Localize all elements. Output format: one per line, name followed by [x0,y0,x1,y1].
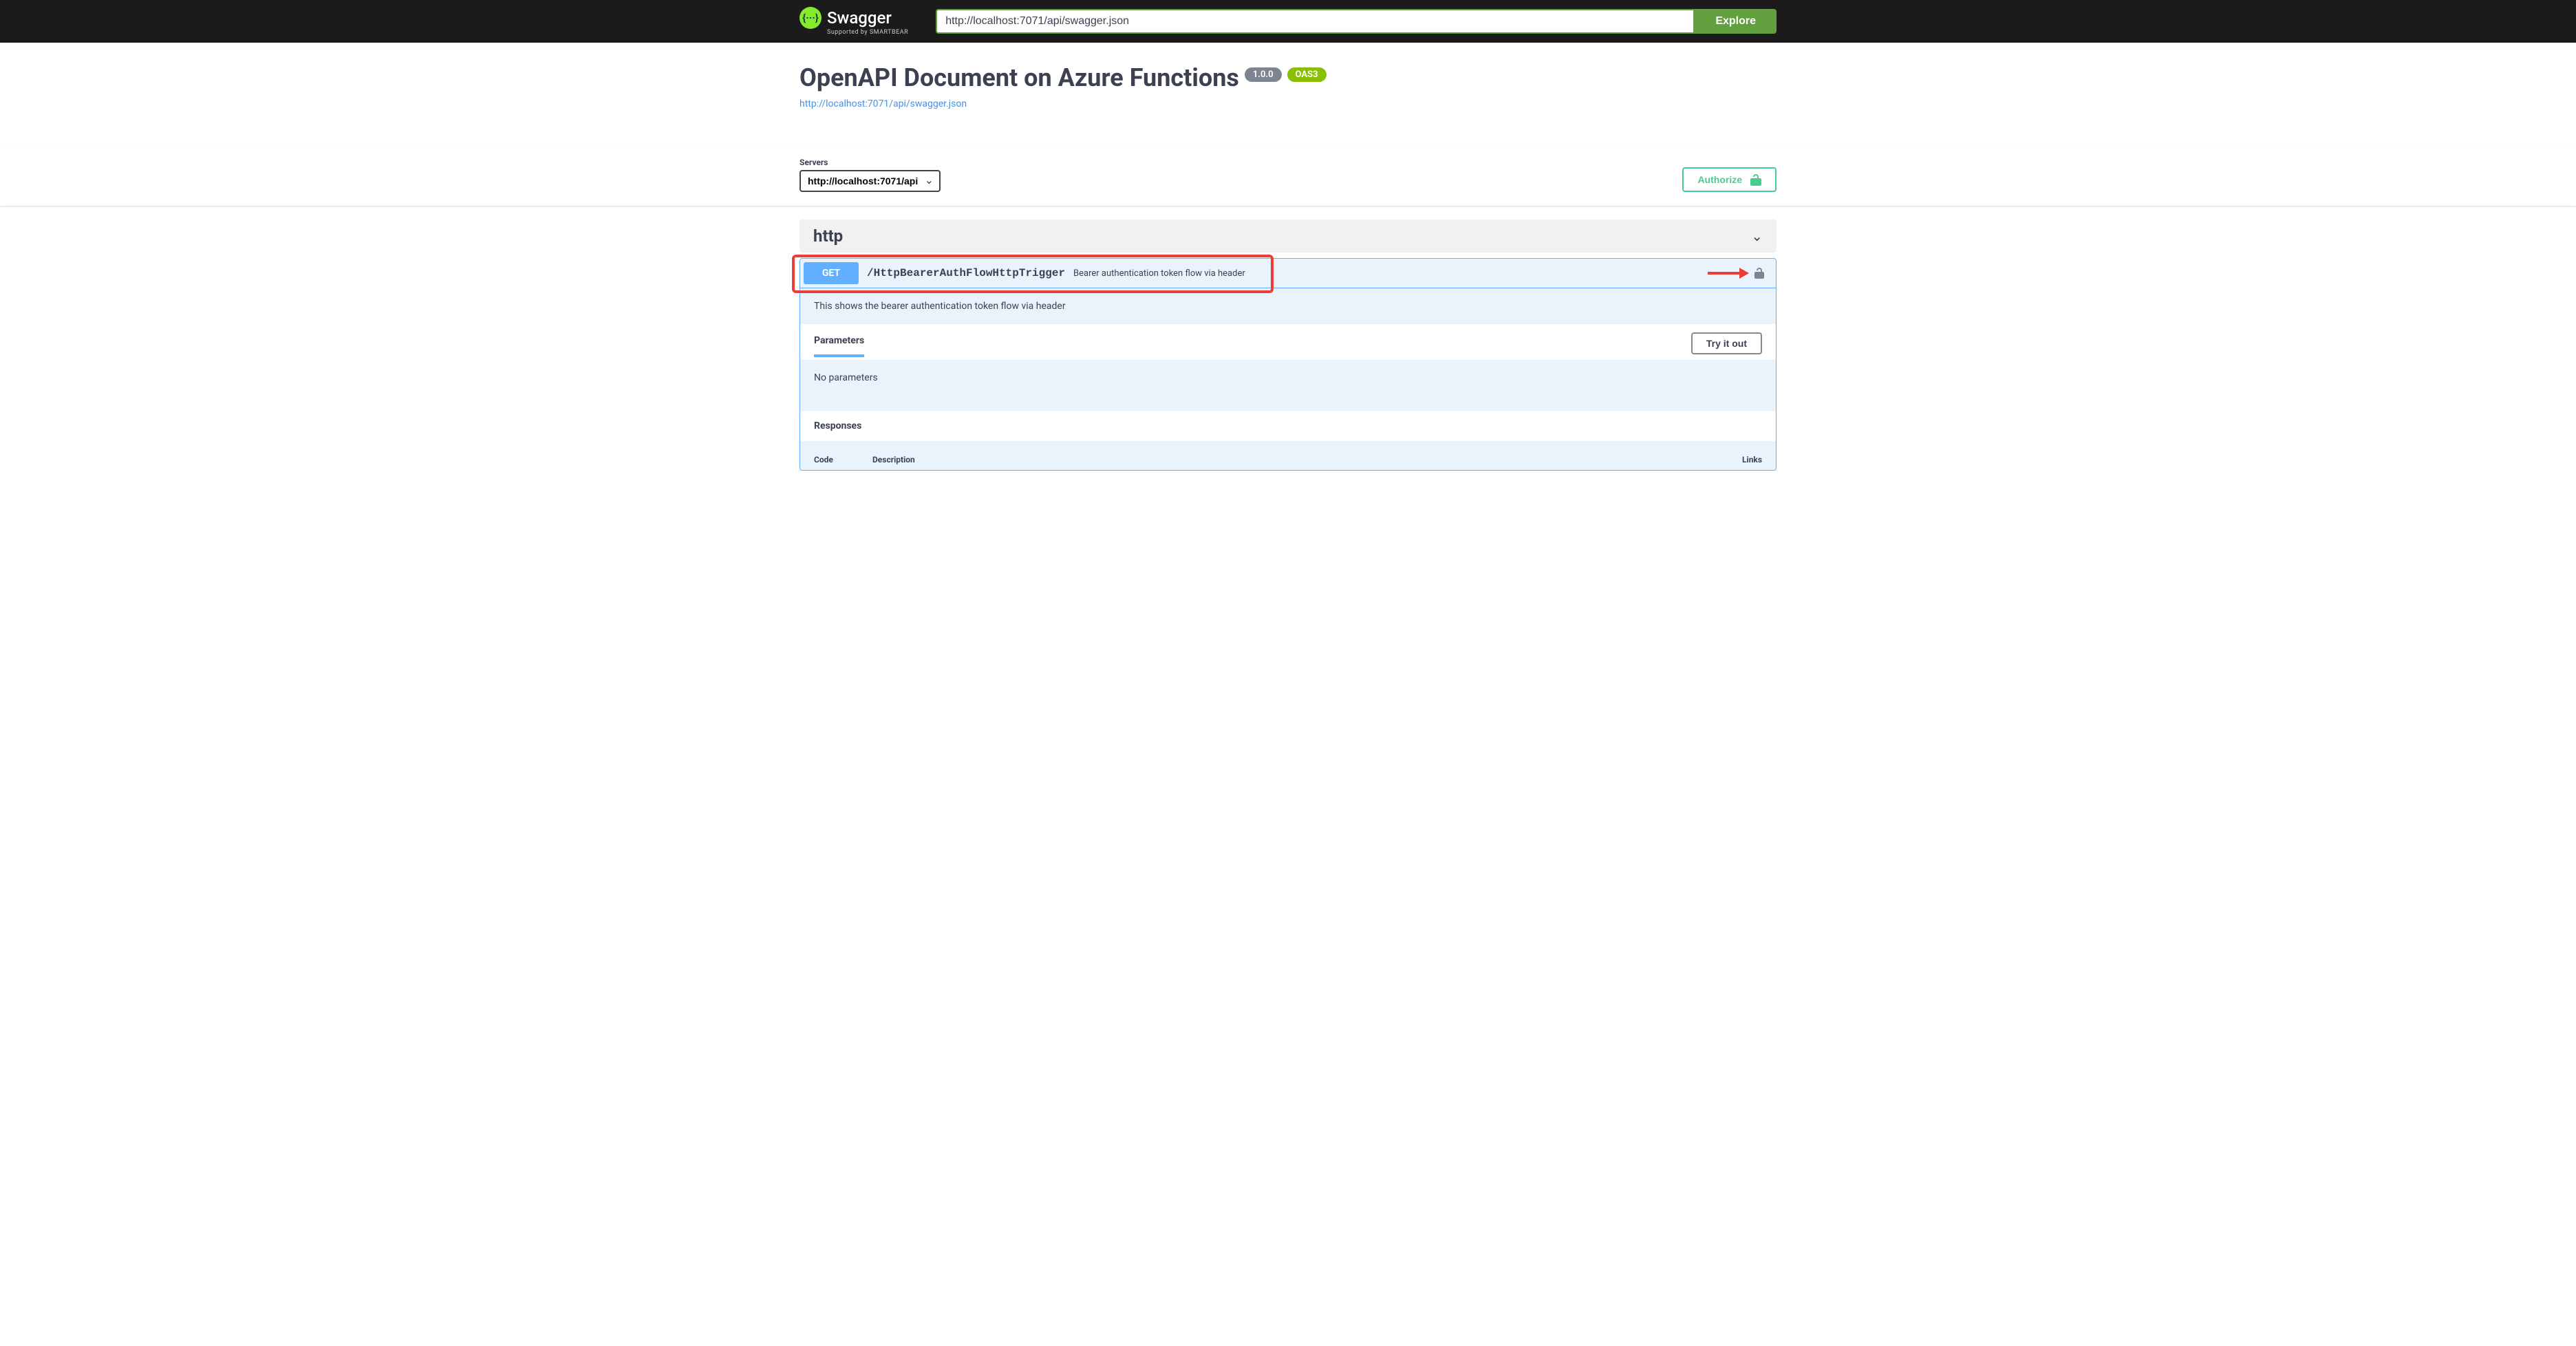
operation-auth-indicator [1708,268,1772,279]
operation-path: /HttpBearerAuthFlowHttpTrigger [867,267,1065,279]
no-parameters-text: No parameters [800,360,1776,411]
operation-body: This shows the bearer authentication tok… [800,288,1776,470]
annotation-arrow-icon [1708,269,1749,277]
authorize-button[interactable]: Authorize [1682,167,1777,192]
spec-url-input[interactable] [936,9,1695,34]
servers-block: Servers http://localhost:7071/api [799,158,941,192]
tag-header[interactable]: http ⌄ [799,220,1777,253]
scheme-container: Servers http://localhost:7071/api Author… [0,144,2576,206]
operations-section: http ⌄ GET /HttpBearerAuthFlowHttpTrigge… [786,220,1790,471]
swagger-logo-icon: {···} [799,7,822,29]
server-select[interactable]: http://localhost:7071/api [799,170,941,192]
parameters-tab[interactable]: Parameters [814,335,864,357]
try-it-out-button[interactable]: Try it out [1691,332,1762,354]
col-description: Description [872,455,1721,464]
version-badge: 1.0.0 [1245,67,1282,82]
method-badge-get: GET [804,262,859,284]
spec-link[interactable]: http://localhost:7071/api/swagger.json [799,98,967,109]
info-section: OpenAPI Document on Azure Functions 1.0.… [786,43,1790,144]
servers-label: Servers [799,158,941,167]
api-title: OpenAPI Document on Azure Functions [799,63,1239,92]
topbar: {···} Swagger Supported by SMARTBEAR Exp… [0,0,2576,43]
operation-summary-text: Bearer authentication token flow via hea… [1073,268,1245,279]
col-links: Links [1721,455,1762,464]
authorize-label: Authorize [1697,174,1742,185]
responses-header: Responses [800,411,1776,441]
parameters-header: Parameters Try it out [800,324,1776,360]
response-table-header: Code Description Links [800,441,1776,470]
col-code: Code [814,455,872,464]
oas-badge: OAS3 [1287,67,1327,82]
logo-byline: Supported by SMARTBEAR [827,29,908,36]
logo[interactable]: {···} Swagger Supported by SMARTBEAR [799,7,908,36]
chevron-down-icon: ⌄ [1751,228,1763,244]
operation-summary[interactable]: GET /HttpBearerAuthFlowHttpTrigger Beare… [800,259,1776,288]
tag-name: http [813,226,843,246]
explore-button[interactable]: Explore [1695,9,1777,34]
operation-description: This shows the bearer authentication tok… [800,288,1776,324]
unlock-icon [1750,173,1761,186]
operation-block: GET /HttpBearerAuthFlowHttpTrigger Beare… [799,258,1777,471]
logo-text: Swagger [827,8,892,28]
lock-icon[interactable] [1754,268,1764,279]
